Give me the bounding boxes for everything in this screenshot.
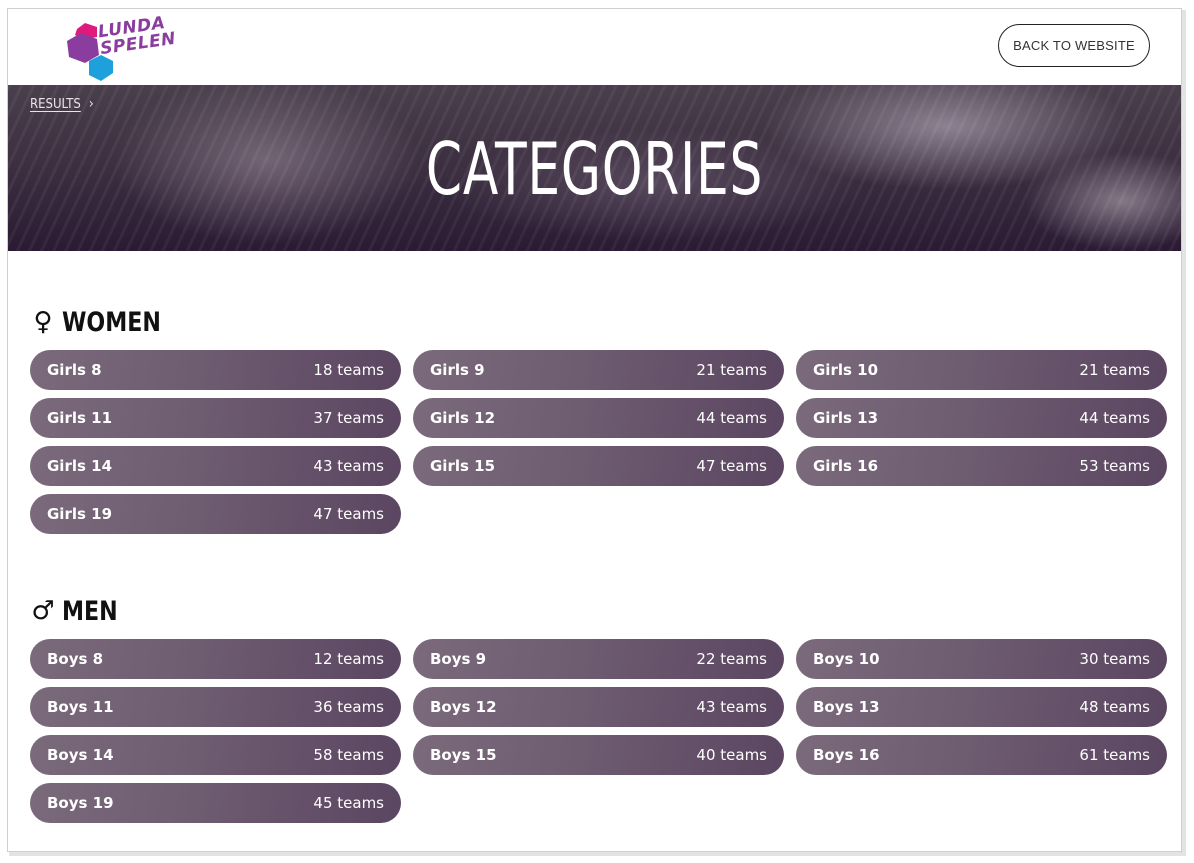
category-name: Girls 10 xyxy=(813,361,879,379)
category-name: Boys 15 xyxy=(430,746,497,764)
female-symbol-icon: ♀ xyxy=(33,307,53,337)
page-title: CATEGORIES xyxy=(425,127,764,211)
category-name: Girls 16 xyxy=(813,457,879,475)
category-name: Girls 14 xyxy=(47,457,113,475)
lundaspelen-logo[interactable]: LUNDA SPELEN xyxy=(63,13,177,81)
category-name: Girls 8 xyxy=(47,361,102,379)
category-button[interactable]: Girls 13 44 teams xyxy=(796,398,1167,438)
category-button[interactable]: Boys 14 58 teams xyxy=(30,735,401,775)
men-heading-text: MEN xyxy=(62,595,118,627)
team-count: 44 teams xyxy=(1079,409,1150,427)
women-category-grid: Girls 8 18 teams Girls 9 21 teams Girls 10 21… xyxy=(30,350,1170,534)
category-name: Boys 11 xyxy=(47,698,114,716)
category-name: Girls 9 xyxy=(430,361,485,379)
team-count: 12 teams xyxy=(313,650,384,668)
category-name: Girls 11 xyxy=(47,409,113,427)
hero-banner: RESULTS › CATEGORIES xyxy=(8,85,1181,251)
breadcrumb-results-link[interactable]: RESULTS xyxy=(30,97,81,112)
page-frame: LUNDA SPELEN BACK TO WEBSITE RESULTS › C… xyxy=(7,8,1182,852)
team-count: 18 teams xyxy=(313,361,384,379)
category-button[interactable]: Boys 9 22 teams xyxy=(413,639,784,679)
men-section: ♂ MEN Boys 8 12 teams Boys 9 22 teams Boys 1… xyxy=(30,593,1170,823)
category-button[interactable]: Girls 10 21 teams xyxy=(796,350,1167,390)
category-button[interactable]: Boys 11 36 teams xyxy=(30,687,401,727)
category-name: Boys 10 xyxy=(813,650,880,668)
women-heading: ♀ WOMEN xyxy=(30,304,1170,340)
team-count: 21 teams xyxy=(1079,361,1150,379)
team-count: 43 teams xyxy=(313,457,384,475)
category-button[interactable]: Boys 13 48 teams xyxy=(796,687,1167,727)
team-count: 43 teams xyxy=(696,698,767,716)
chevron-right-icon: › xyxy=(88,96,94,112)
category-button[interactable]: Girls 14 43 teams xyxy=(30,446,401,486)
category-name: Girls 12 xyxy=(430,409,496,427)
category-button[interactable]: Girls 11 37 teams xyxy=(30,398,401,438)
category-button[interactable]: Girls 12 44 teams xyxy=(413,398,784,438)
category-name: Boys 8 xyxy=(47,650,104,668)
category-name: Girls 13 xyxy=(813,409,879,427)
category-name: Girls 15 xyxy=(430,457,496,475)
team-count: 61 teams xyxy=(1079,746,1150,764)
back-to-website-button[interactable]: BACK TO WEBSITE xyxy=(998,24,1150,67)
team-count: 30 teams xyxy=(1079,650,1150,668)
men-category-grid: Boys 8 12 teams Boys 9 22 teams Boys 10 30 te… xyxy=(30,639,1170,823)
category-button[interactable]: Boys 10 30 teams xyxy=(796,639,1167,679)
team-count: 58 teams xyxy=(313,746,384,764)
team-count: 21 teams xyxy=(696,361,767,379)
team-count: 44 teams xyxy=(696,409,767,427)
category-button[interactable]: Boys 19 45 teams xyxy=(30,783,401,823)
team-count: 47 teams xyxy=(696,457,767,475)
men-heading: ♂ MEN xyxy=(30,593,1170,629)
team-count: 22 teams xyxy=(696,650,767,668)
team-count: 53 teams xyxy=(1079,457,1150,475)
category-name: Boys 14 xyxy=(47,746,114,764)
category-button[interactable]: Boys 12 43 teams xyxy=(413,687,784,727)
team-count: 45 teams xyxy=(313,794,384,812)
category-name: Boys 19 xyxy=(47,794,114,812)
breadcrumb: RESULTS › xyxy=(30,96,94,112)
women-section: ♀ WOMEN Girls 8 18 teams Girls 9 21 teams Gi… xyxy=(30,304,1170,534)
team-count: 36 teams xyxy=(313,698,384,716)
site-header: LUNDA SPELEN BACK TO WEBSITE xyxy=(8,9,1181,85)
category-button[interactable]: Girls 15 47 teams xyxy=(413,446,784,486)
category-button[interactable]: Boys 16 61 teams xyxy=(796,735,1167,775)
category-button[interactable]: Boys 8 12 teams xyxy=(30,639,401,679)
team-count: 37 teams xyxy=(313,409,384,427)
category-button[interactable]: Girls 16 53 teams xyxy=(796,446,1167,486)
team-count: 40 teams xyxy=(696,746,767,764)
category-name: Girls 19 xyxy=(47,505,113,523)
category-name: Boys 12 xyxy=(430,698,497,716)
women-heading-text: WOMEN xyxy=(62,306,161,338)
category-button[interactable]: Girls 19 47 teams xyxy=(30,494,401,534)
category-name: Boys 16 xyxy=(813,746,880,764)
team-count: 47 teams xyxy=(313,505,384,523)
male-symbol-icon: ♂ xyxy=(31,596,55,626)
category-button[interactable]: Girls 9 21 teams xyxy=(413,350,784,390)
team-count: 48 teams xyxy=(1079,698,1150,716)
category-button[interactable]: Boys 15 40 teams xyxy=(413,735,784,775)
category-name: Boys 13 xyxy=(813,698,880,716)
category-name: Boys 9 xyxy=(430,650,487,668)
category-button[interactable]: Girls 8 18 teams xyxy=(30,350,401,390)
